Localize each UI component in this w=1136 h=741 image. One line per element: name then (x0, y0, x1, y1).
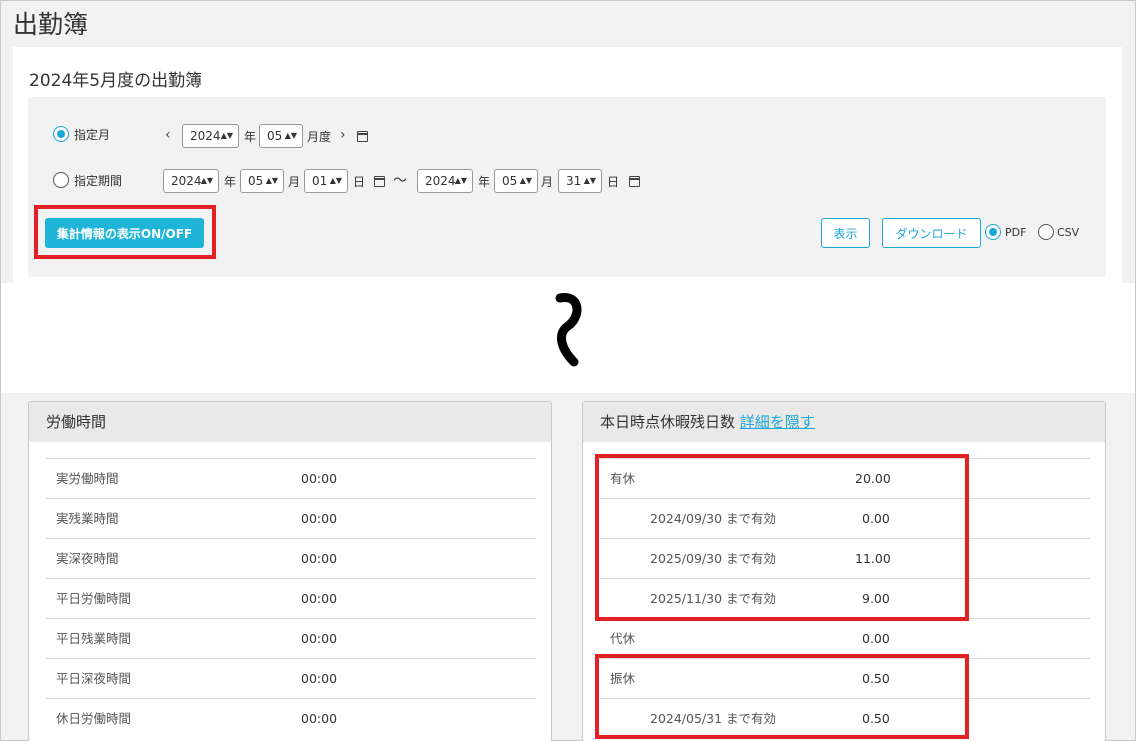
labor-hours-panel: 労働時間 実労働時間 00:00 実残業時間 00:00 実深夜時間 00:00 平日… (28, 401, 552, 741)
pdf-format-label: PDF (1005, 226, 1027, 239)
highlight-box (595, 454, 969, 621)
chevron-updown-icon: ▲▼ (284, 131, 297, 140)
period-to-year-select[interactable]: 2024 ▲▼ (417, 169, 473, 193)
next-month-chevron-icon[interactable]: › (340, 127, 346, 143)
prev-month-chevron-icon[interactable]: ‹ (165, 127, 171, 143)
chevron-updown-icon: ▲▼ (220, 131, 233, 140)
omission-squiggle-icon (555, 293, 582, 367)
table-row: 代休 0.00 (600, 618, 1090, 658)
chevron-updown-icon: ▲▼ (519, 176, 532, 185)
highlight-box (34, 205, 216, 259)
csv-format-label: CSV (1057, 226, 1080, 239)
chevron-updown-icon: ▲▼ (200, 176, 213, 185)
download-button[interactable]: ダウンロード (882, 218, 981, 248)
calendar-icon[interactable] (374, 176, 385, 187)
period-from-day-select[interactable]: 01 ▲▼ (304, 169, 348, 193)
year-suffix: 年 (224, 175, 237, 189)
csv-format-radio[interactable] (1038, 224, 1054, 240)
period-to-month-select[interactable]: 05 ▲▼ (494, 169, 538, 193)
month-mode-label: 指定月 (74, 128, 111, 142)
display-button[interactable]: 表示 (821, 218, 870, 248)
chevron-updown-icon: ▲▼ (265, 176, 278, 185)
hide-details-link[interactable]: 詳細を隠す (740, 413, 815, 431)
period-mode-radio[interactable] (53, 172, 69, 188)
month-suffix: 月 (288, 175, 301, 189)
pdf-format-radio[interactable] (985, 224, 1001, 240)
page-title: 出勤簿 (13, 10, 89, 39)
calendar-icon[interactable] (629, 176, 640, 187)
day-suffix: 日 (607, 175, 620, 189)
month-suffix: 月 (541, 175, 554, 189)
month-month-select[interactable]: 05 ▲▼ (259, 124, 303, 148)
day-suffix: 日 (353, 175, 366, 189)
period-to-day-select[interactable]: 31 ▲▼ (558, 169, 602, 193)
month-suffix: 月度 (307, 130, 332, 144)
month-year-select[interactable]: 2024 ▲▼ (182, 124, 239, 148)
labor-panel-title: 労働時間 (29, 402, 551, 442)
card-title: 2024年5月度の出勤簿 (29, 71, 203, 91)
labor-rows: 実労働時間 00:00 実残業時間 00:00 実深夜時間 00:00 平日労働時間 0… (46, 458, 536, 738)
highlight-box (595, 654, 969, 739)
period-separator: 〜 (393, 173, 407, 189)
month-mode-radio[interactable] (53, 126, 69, 142)
chevron-updown-icon: ▲▼ (583, 176, 596, 185)
table-row: 実労働時間 00:00 (46, 458, 536, 498)
period-from-year-select[interactable]: 2024 ▲▼ (163, 169, 219, 193)
period-from-month-select[interactable]: 05 ▲▼ (240, 169, 284, 193)
period-mode-label: 指定期間 (74, 174, 123, 188)
leave-panel-title: 本日時点休暇残日数 (600, 413, 736, 431)
leave-panel-header: 本日時点休暇残日数 詳細を隠す (583, 402, 1105, 442)
table-row: 平日深夜時間 00:00 (46, 658, 536, 698)
table-row: 実深夜時間 00:00 (46, 538, 536, 578)
chevron-updown-icon: ▲▼ (454, 176, 467, 185)
chevron-updown-icon: ▲▼ (329, 176, 342, 185)
table-row: 休日労働時間 00:00 (46, 698, 536, 738)
year-suffix: 年 (244, 130, 257, 144)
table-row: 実残業時間 00:00 (46, 498, 536, 538)
year-suffix: 年 (478, 175, 491, 189)
calendar-icon[interactable] (357, 131, 368, 142)
table-row: 平日残業時間 00:00 (46, 618, 536, 658)
table-row: 平日労働時間 00:00 (46, 578, 536, 618)
